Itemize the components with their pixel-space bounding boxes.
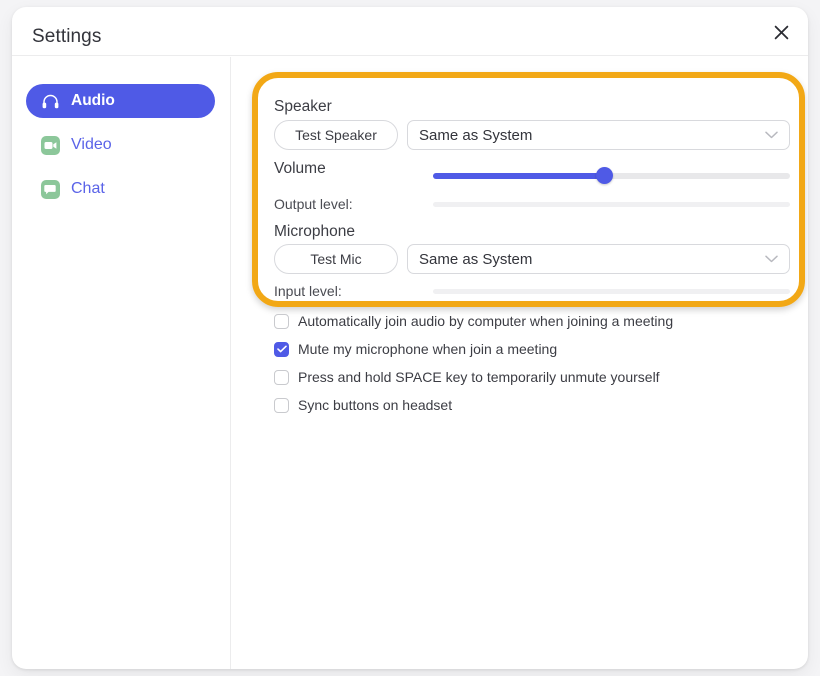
sidebar-item-label: Audio: [71, 92, 115, 109]
checkbox-icon[interactable]: [274, 369, 289, 385]
volume-label: Volume: [274, 160, 326, 177]
option-push-to-talk[interactable]: Press and hold SPACE key to temporarily …: [274, 369, 660, 385]
checkbox-icon[interactable]: [274, 341, 289, 357]
test-speaker-button[interactable]: Test Speaker: [274, 120, 398, 150]
option-mute-microphone[interactable]: Mute my microphone when join a meeting: [274, 341, 557, 357]
option-label: Press and hold SPACE key to temporarily …: [298, 369, 660, 385]
settings-window: Settings Audio Video Chat Speaker Test S…: [12, 7, 808, 669]
microphone-device-value: Same as System: [419, 250, 533, 268]
chat-bubble-icon: [40, 179, 60, 199]
checkbox-icon[interactable]: [274, 313, 289, 329]
close-button[interactable]: [766, 17, 796, 47]
volume-slider-thumb[interactable]: [595, 167, 613, 184]
option-label: Mute my microphone when join a meeting: [298, 341, 558, 357]
sidebar-item-chat[interactable]: Chat: [26, 172, 215, 206]
speaker-section-label: Speaker: [274, 98, 332, 115]
sidebar-item-video[interactable]: Video: [26, 128, 215, 162]
sidebar: Audio Video Chat: [12, 57, 231, 669]
input-level-label: Input level:: [274, 283, 342, 299]
microphone-section-label: Microphone: [274, 223, 355, 240]
page-title: Settings: [32, 26, 102, 47]
sidebar-item-audio[interactable]: Audio: [26, 84, 215, 118]
test-mic-button[interactable]: Test Mic: [274, 244, 398, 274]
headphones-icon: [40, 91, 60, 111]
option-label: Sync buttons on headset: [298, 397, 453, 413]
output-level-meter: [433, 202, 790, 207]
option-sync-headset-buttons[interactable]: Sync buttons on headset: [274, 397, 452, 413]
speaker-device-value: Same as System: [419, 126, 533, 144]
chevron-down-icon: [759, 123, 783, 147]
audio-settings-panel: Speaker Test Speaker Same as System Volu…: [232, 57, 808, 669]
microphone-device-select[interactable]: Same as System: [407, 244, 790, 274]
sidebar-item-label: Video: [71, 136, 112, 153]
chevron-down-icon: [759, 247, 783, 271]
input-level-meter: [433, 289, 790, 294]
option-label: Automatically join audio by computer whe…: [298, 313, 674, 329]
title-bar: Settings: [12, 7, 808, 56]
close-icon: [774, 25, 789, 40]
volume-slider[interactable]: [433, 167, 790, 185]
output-level-label: Output level:: [274, 196, 353, 212]
video-camera-icon: [40, 135, 60, 155]
speaker-device-select[interactable]: Same as System: [407, 120, 790, 150]
volume-slider-fill: [433, 173, 605, 179]
sidebar-item-label: Chat: [71, 180, 105, 197]
option-auto-join-audio[interactable]: Automatically join audio by computer whe…: [274, 313, 673, 329]
checkbox-icon[interactable]: [274, 397, 289, 413]
